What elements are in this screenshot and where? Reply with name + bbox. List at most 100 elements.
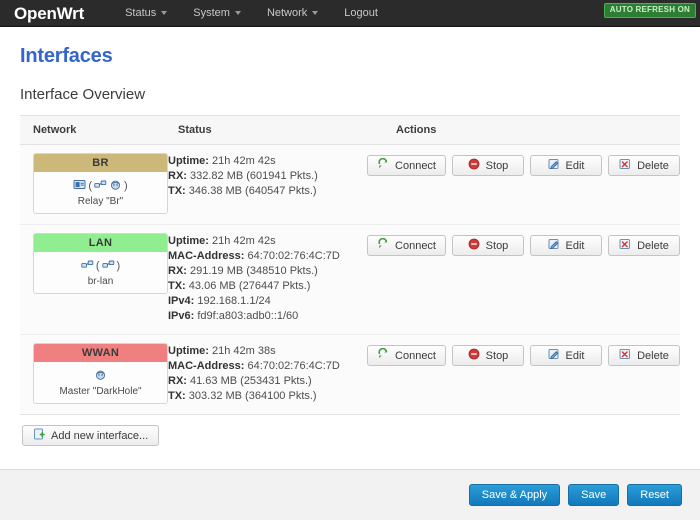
status-line-value: 21h 42m 38s (212, 345, 276, 357)
column-header-actions: Actions (396, 124, 437, 136)
stop-icon (468, 348, 480, 360)
interface-icons (34, 367, 167, 384)
nav-item-system[interactable]: System (180, 3, 254, 24)
refresh-icon (378, 347, 388, 359)
status-line-value: fd9f:a803:adb0::1/60 (197, 310, 299, 322)
status-line-label: IPv6: (168, 310, 195, 322)
footer-action-bar: Save & Apply Save Reset (0, 469, 700, 520)
nav-item-status[interactable]: Status (112, 3, 180, 24)
network-cell: BR () Relay "Br" (20, 153, 168, 214)
top-navigation-bar: OpenWrt Status System Network Logout AUT… (0, 0, 700, 27)
interface-overview-table: Network Status Actions BR () Relay "Br" Upt… (20, 115, 680, 415)
status-line: IPv4: 192.168.1.1/24 (168, 294, 367, 309)
status-line-value: 346.38 MB (640547 Pkts.) (188, 185, 317, 197)
status-line-value: 41.63 MB (253431 Pkts.) (190, 375, 312, 387)
stop-button[interactable]: Stop (452, 345, 524, 366)
connect-button-label: Connect (395, 239, 436, 252)
edit-icon (548, 238, 560, 253)
status-line: RX: 291.19 MB (348510 Pkts.) (168, 264, 367, 279)
nav-item-label: Status (125, 6, 157, 19)
status-line-label: RX: (168, 265, 187, 277)
interface-name-label: LAN (34, 234, 167, 252)
ethernet-icon (81, 258, 94, 274)
interface-icons: () (34, 177, 167, 194)
status-cell: Uptime: 21h 42m 38s MAC-Address: 64:70:02… (168, 343, 367, 404)
stop-button-label: Stop (485, 239, 509, 252)
actions-cell: Connect Stop Edit Delete (367, 153, 680, 176)
edit-icon (548, 158, 560, 173)
interface-badge-body: () br-lan (34, 252, 167, 293)
stop-button[interactable]: Stop (452, 155, 524, 176)
nav-item-label: System (193, 6, 230, 19)
table-row: WWAN Master "DarkHole" Uptime: 21h 42m 38s… (20, 335, 680, 414)
edit-icon (548, 239, 558, 250)
page-content: Interfaces Interface Overview Network St… (0, 45, 700, 520)
table-body: BR () Relay "Br" Uptime: 21h 42m 42s RX: 332… (20, 145, 680, 414)
delete-button-label: Delete (637, 349, 669, 362)
edit-button[interactable]: Edit (530, 235, 602, 256)
status-line-label: Uptime: (168, 235, 209, 247)
status-line-value: 303.32 MB (364100 Pkts.) (188, 390, 317, 402)
refresh-icon (378, 237, 388, 249)
status-line-label: RX: (168, 375, 187, 387)
nav-item-label: Logout (344, 6, 378, 19)
edit-button-label: Edit (565, 349, 585, 362)
connect-button[interactable]: Connect (367, 235, 446, 256)
status-line: MAC-Address: 64:70:02:76:4C:7D (168, 359, 367, 374)
table-header-row: Network Status Actions (20, 116, 680, 145)
save-apply-button[interactable]: Save & Apply (468, 484, 561, 506)
status-line: Uptime: 21h 42m 42s (168, 154, 367, 169)
stop-icon (468, 238, 480, 253)
edit-button[interactable]: Edit (530, 345, 602, 366)
nav-item-label: Network (266, 6, 308, 19)
wifi-icon (94, 368, 107, 384)
connect-button-label: Connect (395, 349, 436, 362)
brand-logo[interactable]: OpenWrt (14, 5, 84, 22)
connect-button[interactable]: Connect (367, 345, 446, 366)
status-line: MAC-Address: 64:70:02:76:4C:7D (168, 249, 367, 264)
interface-badge[interactable]: WWAN Master "DarkHole" (33, 343, 168, 404)
network-cell: WWAN Master "DarkHole" (20, 343, 168, 404)
delete-button[interactable]: Delete (608, 235, 680, 256)
status-line: TX: 303.32 MB (364100 Pkts.) (168, 389, 367, 404)
refresh-icon (378, 157, 388, 169)
interface-badge[interactable]: LAN() br-lan (33, 233, 168, 294)
stop-icon (468, 348, 480, 363)
add-new-interface-button[interactable]: Add new interface... (22, 425, 160, 446)
stop-icon (468, 158, 480, 170)
table-row: LAN() br-lan Uptime: 21h 42m 42s MAC-Addres… (20, 225, 680, 335)
reset-button[interactable]: Reset (627, 484, 682, 506)
status-line: TX: 346.38 MB (640547 Pkts.) (168, 184, 367, 199)
table-row: BR () Relay "Br" Uptime: 21h 42m 42s RX: 332… (20, 145, 680, 225)
nav-item-logout[interactable]: Logout (331, 3, 391, 24)
connect-button[interactable]: Connect (367, 155, 446, 176)
ethernet-icon (101, 258, 115, 274)
edit-button[interactable]: Edit (530, 155, 602, 176)
delete-button[interactable]: Delete (608, 345, 680, 366)
status-line: Uptime: 21h 42m 42s (168, 234, 367, 249)
actions-cell: Connect Stop Edit Delete (367, 233, 680, 256)
interface-device-label: Relay "Br" (77, 196, 124, 207)
save-button[interactable]: Save (568, 484, 620, 506)
page-title: Interfaces (20, 45, 113, 67)
ethernet-icon (94, 178, 107, 194)
chevron-down-icon (234, 10, 241, 15)
status-cell: Uptime: 21h 42m 42s RX: 332.82 MB (601941… (168, 153, 367, 199)
stop-button[interactable]: Stop (452, 235, 524, 256)
interface-badge-body: Master "DarkHole" (34, 362, 167, 403)
stop-icon (468, 158, 480, 173)
auto-refresh-badge[interactable]: AUTO REFRESH ON (603, 3, 696, 18)
chevron-down-icon (161, 10, 168, 15)
paren-glyph: ) (124, 179, 128, 192)
delete-icon (619, 349, 630, 359)
nav-item-network[interactable]: Network (254, 3, 331, 24)
interface-name-label: BR (34, 154, 167, 172)
interface-name-label: WWAN (34, 344, 167, 362)
status-line-value: 291.19 MB (348510 Pkts.) (190, 265, 318, 277)
interface-badge-body: () Relay "Br" (34, 172, 167, 213)
interface-badge[interactable]: BR () Relay "Br" (33, 153, 168, 214)
add-page-icon (33, 428, 45, 443)
interface-device-label: br-lan (87, 276, 114, 287)
edit-button-label: Edit (565, 159, 585, 172)
delete-button[interactable]: Delete (608, 155, 680, 176)
